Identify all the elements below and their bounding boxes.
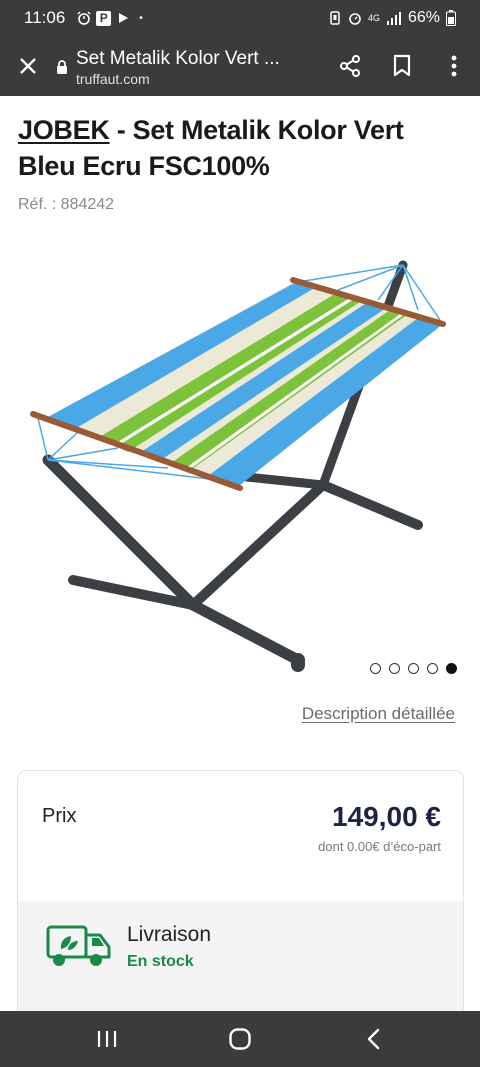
alarm-status-icon — [349, 13, 361, 25]
status-time: 11:06 — [24, 8, 66, 27]
alarm-icon — [77, 11, 91, 25]
page-domain: truffaut.com — [76, 70, 150, 87]
eco-part: dont 0.00€ d’éco-part — [318, 839, 441, 854]
gallery-pager — [370, 663, 457, 674]
recent-apps-button[interactable] — [77, 1011, 137, 1067]
delivery-truck-icon — [46, 925, 111, 966]
pager-dot[interactable] — [389, 663, 400, 674]
url-bar[interactable]: Set Metalik Kolor Vert ... truffaut.com — [56, 46, 324, 87]
play-store-icon — [119, 13, 129, 23]
lock-icon — [57, 59, 67, 74]
network-type: 4G — [367, 12, 380, 23]
detailed-description-link[interactable]: Description détaillée — [302, 704, 455, 724]
product-title: JOBEK - Set Metalik Kolor Vert Bleu Ecru… — [18, 112, 468, 184]
hammock-fabric — [43, 280, 443, 485]
url-text: Set Metalik Kolor Vert ... truffaut.com — [76, 48, 280, 87]
bookmark-icon — [393, 54, 411, 77]
share-button[interactable] — [324, 36, 376, 96]
parking-app-icon: P — [96, 10, 112, 26]
bookmark-button[interactable] — [376, 36, 428, 96]
status-bar: 11:06 P • 4G 66% — [0, 0, 480, 36]
battery-icon — [446, 10, 456, 26]
pager-dot[interactable] — [370, 663, 381, 674]
recent-apps-icon — [97, 1031, 116, 1047]
share-icon — [340, 55, 360, 77]
close-icon — [20, 58, 36, 74]
price-value: 149,00 € — [332, 801, 441, 832]
status-right: 4G 66% — [328, 9, 456, 27]
pager-dot[interactable] — [408, 663, 419, 674]
more-vert-icon — [451, 55, 457, 77]
close-tab-button[interactable] — [0, 36, 56, 96]
back-icon — [368, 1028, 380, 1050]
product-reference: Réf. : 884242 — [18, 196, 115, 213]
notification-icons: P • — [77, 10, 143, 26]
pager-dot-active[interactable] — [446, 663, 457, 674]
home-icon — [229, 1028, 251, 1050]
system-nav-bar — [0, 1011, 480, 1067]
browser-toolbar: Set Metalik Kolor Vert ... truffaut.com — [0, 36, 480, 96]
delivery-section: Livraison En stock — [18, 901, 463, 1011]
signal-icon — [386, 12, 401, 25]
stock-status: En stock — [127, 953, 194, 970]
vibrate-icon — [330, 11, 340, 25]
delivery-title: Livraison — [127, 923, 212, 946]
pager-dot[interactable] — [427, 663, 438, 674]
brand-link[interactable]: JOBEK — [18, 115, 110, 145]
home-button[interactable] — [210, 1011, 270, 1067]
more-options-button[interactable] — [428, 36, 480, 96]
battery-percent: 66% — [407, 9, 440, 26]
status-left: 11:06 P • — [24, 8, 143, 28]
more-notifications-dot: • — [139, 12, 143, 24]
price-label: Prix — [42, 805, 77, 827]
back-button[interactable] — [343, 1011, 403, 1067]
page-title: Set Metalik Kolor Vert ... — [76, 47, 280, 69]
product-image[interactable] — [18, 240, 464, 680]
